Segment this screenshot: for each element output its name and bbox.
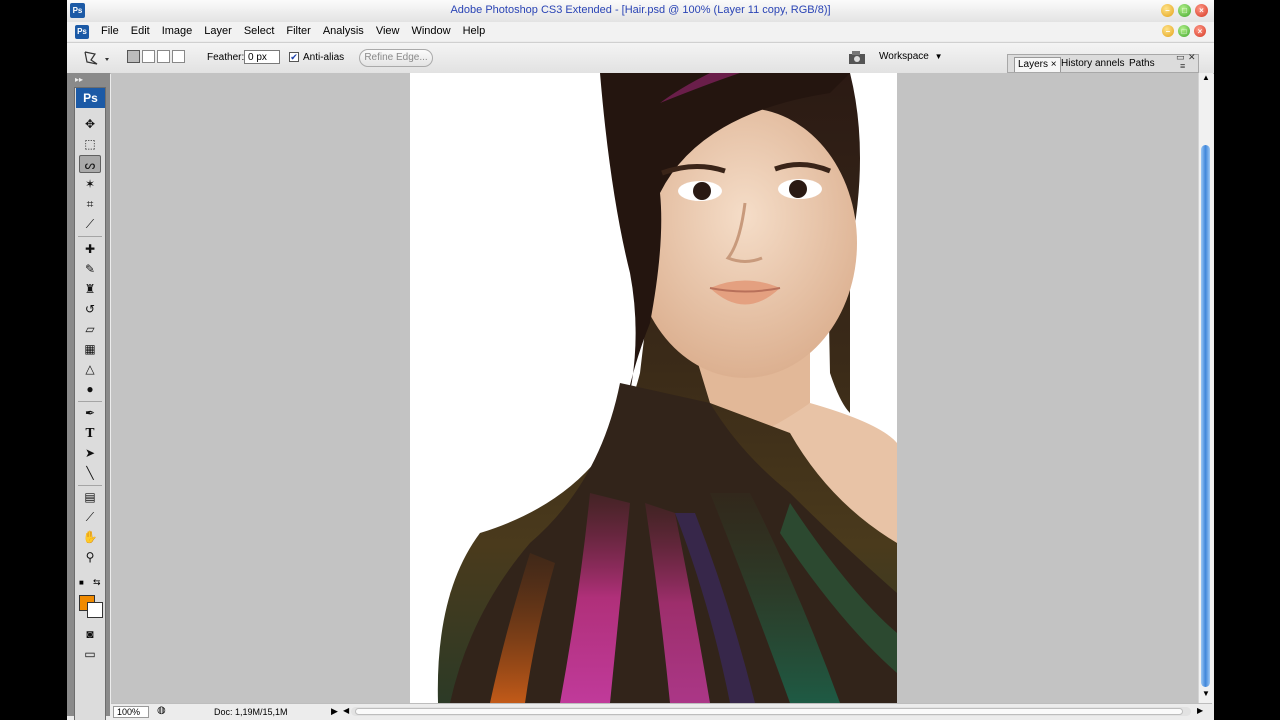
tab-close-icon[interactable]: ×: [1051, 59, 1057, 70]
feather-input[interactable]: [244, 50, 280, 64]
menu-help[interactable]: Help: [457, 25, 492, 37]
document-icon[interactable]: Ps: [75, 25, 89, 39]
antialias-checkbox[interactable]: ✔: [289, 52, 299, 62]
antialias-label: Anti-alias: [303, 52, 345, 63]
menu-analysis[interactable]: Analysis: [317, 25, 370, 37]
horizontal-scrollbar[interactable]: [351, 707, 1191, 716]
tab-channels[interactable]: annels: [1092, 57, 1127, 71]
zoom-input[interactable]: [113, 706, 149, 718]
workspace-label: Workspace: [879, 51, 929, 62]
selection-mode-group: [127, 50, 185, 63]
subtract-selection-icon[interactable]: [157, 50, 170, 63]
menu-layer[interactable]: Layer: [198, 25, 238, 37]
polygonal-lasso-icon: [84, 51, 109, 65]
status-menu-arrow-icon[interactable]: ▶: [331, 706, 338, 717]
scroll-left-icon[interactable]: ◀: [343, 706, 349, 715]
blur-tool-icon[interactable]: △: [79, 360, 101, 378]
maximize-button[interactable]: □: [1178, 4, 1191, 17]
path-selection-tool-icon[interactable]: ➤: [79, 444, 101, 462]
eraser-tool-icon[interactable]: ▱: [79, 320, 101, 338]
dodge-tool-icon[interactable]: ●: [79, 380, 101, 398]
toolbox-divider: [78, 485, 102, 486]
swap-colors-icon[interactable]: ⇆: [93, 577, 101, 588]
panel-menu-icon[interactable]: ≡: [1180, 61, 1185, 71]
brush-tool-icon[interactable]: ✎: [79, 260, 101, 278]
intersect-selection-icon[interactable]: [172, 50, 185, 63]
crop-tool-icon[interactable]: ⌗: [79, 195, 101, 213]
tool-preset-picker[interactable]: [81, 48, 111, 68]
healing-brush-tool-icon[interactable]: ✚: [79, 240, 101, 258]
clone-stamp-tool-icon[interactable]: ♜: [79, 280, 101, 298]
marquee-tool-icon[interactable]: ⬚: [79, 135, 101, 153]
document-window-controls: – □ ×: [1162, 25, 1206, 37]
slice-tool-icon[interactable]: ⟋: [79, 215, 101, 233]
portrait-image: [437, 73, 897, 703]
new-selection-icon[interactable]: [127, 50, 140, 63]
scroll-up-icon[interactable]: ▲: [1202, 73, 1210, 82]
status-bar: ◍ Doc: 1,19M/15,1M ▶ ◀ ▶: [111, 703, 1212, 720]
notes-tool-icon[interactable]: ▤: [79, 488, 101, 506]
move-tool-icon[interactable]: ✥: [79, 115, 101, 133]
menu-bar: Ps File Edit Image Layer Select Filter A…: [67, 22, 1214, 41]
screen-mode-icon[interactable]: ▭: [79, 645, 101, 663]
canvas-area[interactable]: [111, 73, 1198, 703]
type-tool-icon[interactable]: T: [79, 424, 101, 442]
vertical-scrollbar[interactable]: ▲ ▼: [1198, 73, 1213, 703]
info-icon[interactable]: ◍: [157, 705, 166, 716]
refine-edge-button[interactable]: Refine Edge...: [359, 49, 433, 67]
add-selection-icon[interactable]: [142, 50, 155, 63]
vertical-scroll-thumb[interactable]: [1201, 145, 1210, 687]
minimize-button[interactable]: –: [1161, 4, 1174, 17]
toolbox-collapse-icon[interactable]: ▸▸: [75, 75, 83, 84]
menu-filter[interactable]: Filter: [280, 25, 316, 37]
menu-view[interactable]: View: [370, 25, 406, 37]
document-restore-button[interactable]: □: [1178, 25, 1190, 37]
window-title: Adobe Photoshop CS3 Extended - [Hair.psd…: [450, 4, 831, 16]
scroll-right-icon[interactable]: ▶: [1197, 706, 1203, 715]
pen-tool-icon[interactable]: ✒: [79, 404, 101, 422]
photoshop-window: Ps Adobe Photoshop CS3 Extended - [Hair.…: [67, 0, 1214, 720]
document-minimize-button[interactable]: –: [1162, 25, 1174, 37]
layers-panel-tabs: Layers × History annels Paths ▭ ✕ ≡: [1007, 52, 1199, 73]
close-button[interactable]: ×: [1195, 4, 1208, 17]
document-close-button[interactable]: ×: [1194, 25, 1206, 37]
menu-select[interactable]: Select: [238, 25, 281, 37]
background-color-swatch[interactable]: [87, 602, 103, 618]
document-canvas[interactable]: [410, 73, 897, 703]
panel-close-icon[interactable]: ✕: [1188, 52, 1196, 63]
horizontal-scroll-thumb[interactable]: [355, 708, 1183, 715]
gradient-tool-icon[interactable]: ▦: [79, 340, 101, 358]
menu-image[interactable]: Image: [156, 25, 199, 37]
bridge-icon[interactable]: [848, 50, 866, 65]
menu-file[interactable]: File: [95, 25, 125, 37]
toolbox-divider: [78, 401, 102, 402]
workspace-menu[interactable]: Workspace ▼: [879, 51, 943, 62]
hand-tool-icon[interactable]: ✋: [79, 528, 101, 546]
magic-wand-tool-icon[interactable]: ✶: [79, 175, 101, 193]
quick-mask-icon[interactable]: ◙: [79, 625, 101, 643]
scroll-down-icon[interactable]: ▼: [1202, 689, 1210, 698]
tab-layers[interactable]: Layers ×: [1014, 57, 1061, 72]
history-brush-tool-icon[interactable]: ↺: [79, 300, 101, 318]
feather-label: Feather:: [207, 52, 245, 63]
chevron-down-icon: ▼: [934, 52, 943, 61]
zoom-tool-icon[interactable]: ⚲: [79, 548, 101, 566]
toolbox: ▸▸ Ps ✥ ⬚ ᔕ ✶ ⌗ ⟋ ✚ ✎ ♜ ↺ ▱ ▦ △ ● ✒ T ➤ …: [67, 73, 110, 720]
document-size: Doc: 1,19M/15,1M: [214, 707, 288, 717]
lasso-tool-icon[interactable]: ᔕ: [79, 155, 101, 173]
title-bar: Ps Adobe Photoshop CS3 Extended - [Hair.…: [67, 0, 1214, 23]
tab-paths[interactable]: Paths: [1126, 57, 1158, 71]
menu-window[interactable]: Window: [405, 25, 456, 37]
default-colors-icon[interactable]: ■: [79, 578, 84, 587]
tool-column: Ps ✥ ⬚ ᔕ ✶ ⌗ ⟋ ✚ ✎ ♜ ↺ ▱ ▦ △ ● ✒ T ➤ ╲ ▤…: [74, 87, 106, 720]
eyedropper-tool-icon[interactable]: ⟋: [79, 508, 101, 526]
window-controls: – □ ×: [1161, 4, 1208, 17]
menu-edit[interactable]: Edit: [125, 25, 156, 37]
toolbox-divider: [78, 236, 102, 237]
photoshop-logo[interactable]: Ps: [76, 88, 105, 108]
tab-history[interactable]: History: [1058, 57, 1095, 71]
line-tool-icon[interactable]: ╲: [79, 464, 101, 482]
